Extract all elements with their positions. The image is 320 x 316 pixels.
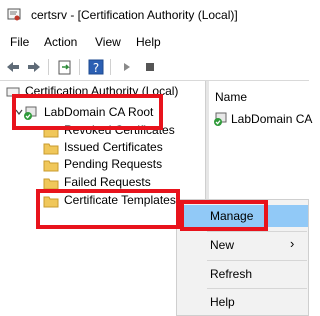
menu-item-help[interactable]: Help bbox=[177, 291, 308, 313]
menu-item-label: New bbox=[210, 238, 235, 252]
menu-item-label: Help bbox=[210, 295, 235, 309]
menu-separator bbox=[207, 231, 307, 232]
menu-item-new[interactable]: New › bbox=[177, 234, 308, 256]
toolbar-separator bbox=[48, 59, 49, 75]
menu-item-label: Refresh bbox=[210, 267, 253, 281]
tree-item-failed[interactable]: Failed Requests bbox=[64, 175, 151, 189]
menu-help[interactable]: Help bbox=[136, 35, 161, 49]
toolbar-separator bbox=[79, 59, 80, 75]
window-title: certsrv - [Certification Authority (Loca… bbox=[31, 8, 238, 22]
folder-icon bbox=[43, 143, 59, 155]
highlight-box-templates bbox=[36, 189, 180, 229]
column-header-name[interactable]: Name bbox=[215, 90, 247, 104]
menu-bar: File Action View Help bbox=[0, 31, 309, 53]
help-icon[interactable]: ? bbox=[87, 58, 105, 76]
back-arrow-icon[interactable] bbox=[4, 58, 22, 76]
menu-separator bbox=[207, 260, 307, 261]
svg-text:?: ? bbox=[93, 61, 99, 75]
certificate-app-icon bbox=[7, 8, 21, 21]
menu-view[interactable]: View bbox=[95, 35, 121, 49]
menu-item-refresh[interactable]: Refresh bbox=[177, 263, 308, 285]
tree-item-pending[interactable]: Pending Requests bbox=[64, 157, 162, 171]
export-icon[interactable] bbox=[56, 58, 74, 76]
play-icon[interactable] bbox=[118, 58, 136, 76]
title-bar: certsrv - [Certification Authority (Loca… bbox=[0, 0, 309, 31]
highlight-box-ca bbox=[12, 94, 163, 130]
toolbar: ? bbox=[0, 54, 309, 81]
folder-icon bbox=[43, 160, 59, 172]
forward-arrow-icon[interactable] bbox=[25, 58, 43, 76]
tree-item-issued[interactable]: Issued Certificates bbox=[64, 140, 163, 154]
list-item-ca[interactable]: LabDomain CA bbox=[231, 112, 312, 126]
ca-server-icon bbox=[214, 112, 227, 126]
menu-action[interactable]: Action bbox=[44, 35, 77, 49]
toolbar-separator bbox=[110, 59, 111, 75]
highlight-box-manage bbox=[180, 200, 268, 231]
submenu-arrow-icon: › bbox=[290, 236, 295, 251]
menu-file[interactable]: File bbox=[10, 35, 29, 49]
stop-icon[interactable] bbox=[141, 58, 159, 76]
menu-separator bbox=[207, 288, 307, 289]
